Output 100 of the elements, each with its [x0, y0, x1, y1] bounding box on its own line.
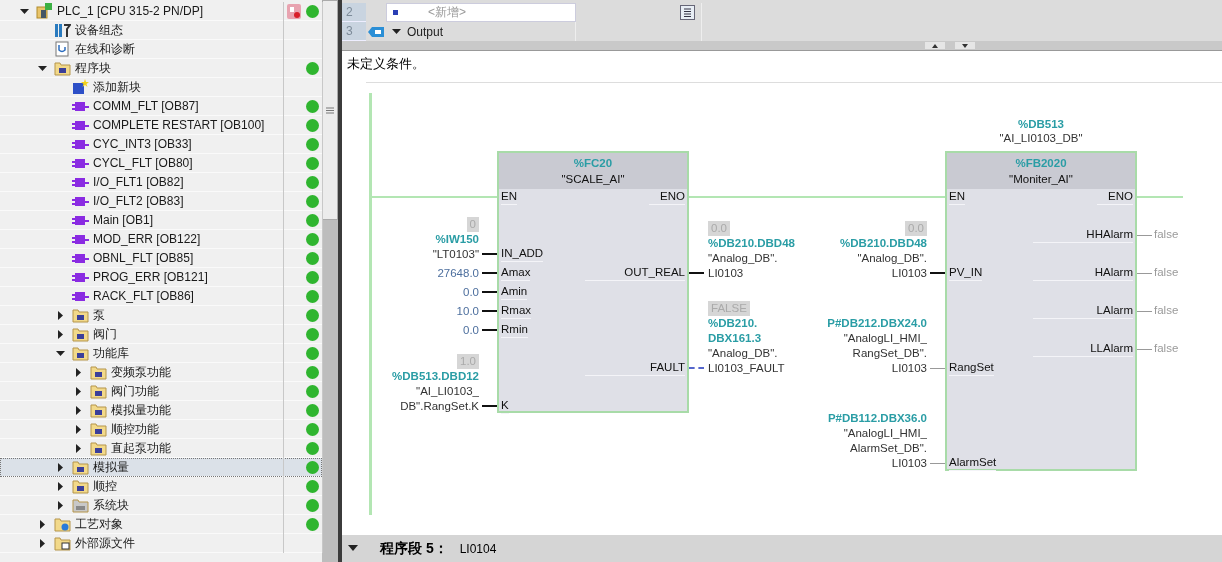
collapse-arrow-icon[interactable] [38, 63, 47, 73]
collapse-arrow-icon[interactable] [56, 348, 65, 358]
tree-item[interactable]: 系统块 [0, 496, 322, 515]
tree-item[interactable]: OBNL_FLT [OB85] [0, 249, 322, 268]
expand-arrow-icon[interactable] [56, 310, 65, 320]
tree-item[interactable]: 在线和诊断 [0, 40, 322, 59]
output-value: false [1154, 227, 1179, 242]
pin-label: ENO [1097, 188, 1133, 205]
folder-icon [90, 402, 107, 418]
tree-item[interactable]: CYCL_FLT [OB80] [0, 154, 322, 173]
tree-item[interactable]: 外部源文件 [0, 534, 322, 553]
tree-item[interactable]: 模拟量功能 [0, 401, 322, 420]
section-name: Output [407, 24, 444, 39]
connection-wire [482, 310, 497, 312]
pin-label: Rmax [501, 302, 532, 319]
expand-arrow-icon[interactable] [56, 462, 65, 472]
tree-item[interactable]: 添加新块 [0, 78, 322, 97]
expand-arrow-icon[interactable] [74, 443, 83, 453]
folder-icon [72, 326, 89, 342]
pin-label: Rmin [501, 321, 528, 338]
folder-icon [72, 307, 89, 323]
tree-item[interactable]: 功能库 [0, 344, 322, 363]
expand-arrow-icon[interactable] [74, 367, 83, 377]
block-name: "Moniter_AI" [1009, 172, 1073, 187]
add-block-icon [72, 79, 89, 95]
tree-item[interactable]: 泵 [0, 306, 322, 325]
tree-item[interactable]: PLC_1 [CPU 315-2 PN/DP] [0, 2, 322, 21]
operand-address: %DB210.DBD48 [840, 236, 927, 251]
folder-document-icon [54, 535, 71, 551]
connection-wire [1137, 273, 1152, 274]
pin-label: IN_ADD [501, 245, 544, 262]
output-tag-icon [368, 26, 384, 37]
tree-item[interactable]: MOD_ERR [OB122] [0, 230, 322, 249]
tree-item[interactable]: RACK_FLT [OB86] [0, 287, 322, 306]
collapse-up-icon[interactable] [925, 42, 945, 49]
constant-value: 10.0 [456, 304, 479, 319]
folder-icon [90, 364, 107, 380]
operand-symbol: "AnalogLI_HMI_ RangSet_DB". LI0103 [843, 331, 927, 376]
expand-arrow-icon[interactable] [38, 519, 47, 529]
operand-symbol: "Analog_DB". LI0103 [708, 251, 778, 281]
expand-arrow-icon[interactable] [56, 500, 65, 510]
operand-address: %DB210. DBX161.3 [708, 316, 762, 346]
pin-label: K [501, 397, 509, 414]
constant-value: 27648.0 [437, 266, 479, 281]
tree-item[interactable]: 阀门功能 [0, 382, 322, 401]
collapse-arrow-icon[interactable] [20, 6, 29, 16]
operand-address: %IW150 [435, 232, 479, 247]
pin-label: LLAlarm [1033, 340, 1133, 357]
collapse-arrow-icon[interactable] [348, 544, 358, 553]
folder-icon [90, 383, 107, 399]
tree-item[interactable]: 顺控功能 [0, 420, 322, 439]
expand-arrow-icon[interactable] [74, 386, 83, 396]
expand-arrow-icon[interactable] [56, 329, 65, 339]
pin-label: PV_IN [949, 264, 983, 281]
operand-symbol: "Analog_DB". LI0103 [857, 251, 927, 281]
tree-item[interactable]: I/O_FLT2 [OB83] [0, 192, 322, 211]
operand-address: P#DB212.DBX24.0 [827, 316, 927, 331]
folder-icon [90, 440, 107, 456]
network-title[interactable]: 程序段 5： [380, 539, 448, 558]
connection-wire [1137, 235, 1152, 236]
expand-down-icon[interactable] [955, 42, 975, 49]
tree-item[interactable]: 阀门 [0, 325, 322, 344]
expand-arrow-icon[interactable] [74, 405, 83, 415]
tree-item[interactable]: PROG_ERR [OB121] [0, 268, 322, 287]
expand-arrow-icon[interactable] [56, 481, 65, 491]
network-comment: 未定义条件。 [346, 55, 426, 73]
operand-address: P#DB112.DBX36.0 [827, 411, 927, 426]
tree-item[interactable]: 变频泵功能 [0, 363, 322, 382]
folder-icon [90, 421, 107, 437]
tree-item[interactable]: CYC_INT3 [OB33] [0, 135, 322, 154]
block-number: %FC20 [573, 156, 613, 171]
connection-wire [482, 291, 497, 293]
operand-symbol: "LT0103" [432, 247, 479, 262]
list-icon[interactable] [680, 5, 695, 20]
tree-item[interactable]: COMM_FLT [OB87] [0, 97, 322, 116]
grip-icon [326, 106, 334, 114]
tree-item[interactable]: 设备组态 [0, 21, 322, 40]
tree-item[interactable]: 程序块 [0, 59, 322, 78]
tree-item[interactable]: Main [OB1] [0, 211, 322, 230]
folder-gear-icon [54, 516, 71, 532]
folder-icon [72, 459, 89, 475]
tree-item[interactable]: 顺控 [0, 477, 322, 496]
tree-item[interactable]: 模拟量 [0, 458, 322, 477]
pin-label: EN [501, 188, 517, 205]
tree-item[interactable]: COMPLETE RESTART [OB100] [0, 116, 322, 135]
tree-item[interactable]: I/O_FLT1 [OB82] [0, 173, 322, 192]
connection-wire [1137, 311, 1152, 312]
instance-address: %DB513 [1018, 117, 1064, 131]
pin-label: LAlarm [1033, 302, 1133, 319]
connection-wire [1137, 349, 1152, 350]
expand-arrow-icon[interactable] [74, 424, 83, 434]
collapse-arrow-icon[interactable] [392, 27, 401, 36]
connection-wire [930, 463, 945, 464]
row-number: 3 [342, 22, 366, 41]
pin-label: HAlarm [1033, 264, 1133, 281]
expand-arrow-icon[interactable] [38, 538, 47, 548]
constant-value: 0.0 [463, 323, 479, 338]
connection-wire [482, 329, 497, 331]
tree-item[interactable]: 工艺对象 [0, 515, 322, 534]
block-name: "SCALE_AI" [561, 172, 625, 187]
